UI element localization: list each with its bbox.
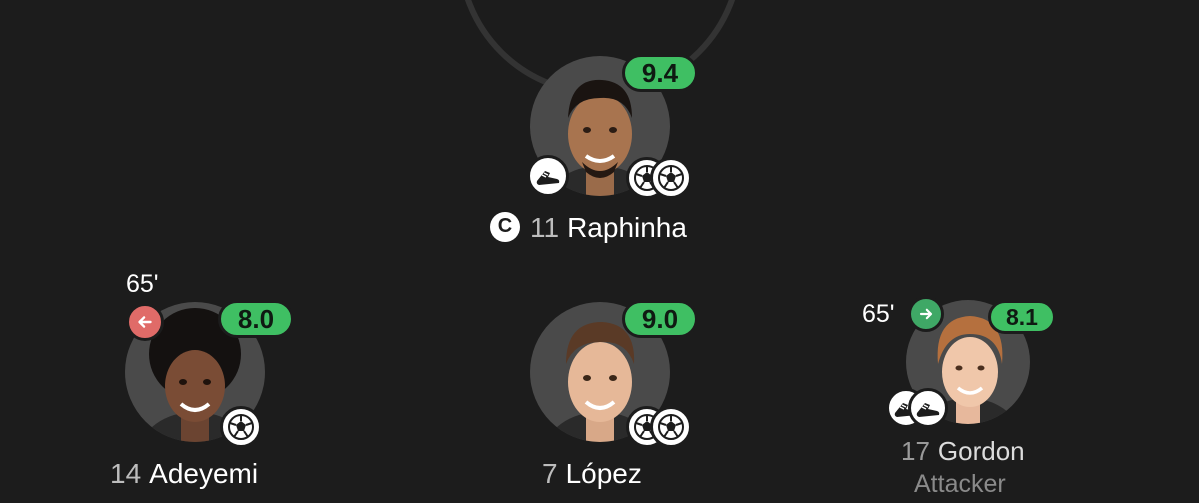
player-name: Gordon [937,436,1025,466]
player-name: Raphinha [567,212,687,243]
shirt-number: 11 [530,212,560,243]
rating-badge: 9.0 [622,300,698,338]
rating-badge: 8.0 [218,300,294,338]
substituted-on-icon [908,296,944,332]
goal-ball-icon [220,406,262,448]
substitution-minute: 65' [862,300,895,328]
rating-badge: 9.4 [622,54,698,92]
rating-badge: 8.1 [988,300,1056,334]
player-name: López [565,458,642,489]
player-name: Adeyemi [149,458,259,489]
player-name-label: 17 Gordon [901,436,1025,467]
player-name-label: 7 López [542,458,642,490]
shirt-number: 14 [110,458,142,489]
shirt-number: 17 [901,436,930,466]
substituted-off-icon [126,303,164,341]
goal-ball-icon [650,406,692,448]
captain-icon: C [490,211,520,242]
assist-boot-icon [527,155,569,197]
player-position-label: Attacker [914,470,1006,498]
player-name-label: 14 Adeyemi [110,458,258,490]
goal-ball-icon [650,157,692,199]
substitution-minute: 65' [126,270,159,298]
player-name-label: C 11 Raphinha [490,211,687,245]
assist-boot-icon [908,388,948,428]
shirt-number: 7 [542,458,558,489]
